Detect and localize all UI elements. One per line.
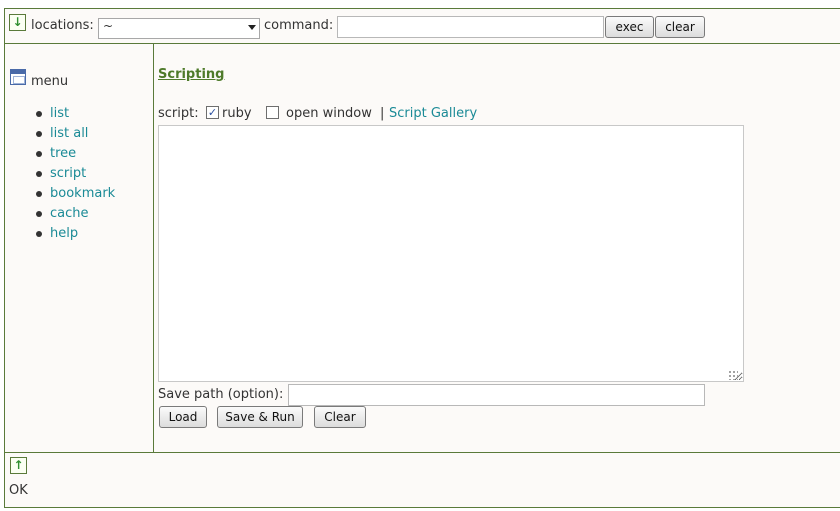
ruby-checkbox[interactable]: ✓ [206, 106, 219, 119]
script-gallery-link[interactable]: Script Gallery [389, 106, 477, 121]
top-bar: ↓ locations: ~ command: exec clear [4, 8, 840, 44]
locations-value: ~ [103, 19, 114, 33]
up-arrow-icon[interactable]: ↑ [10, 457, 27, 474]
menu-link-help[interactable]: help [50, 226, 78, 241]
open-window-label: open window [286, 106, 372, 121]
page-title[interactable]: Scripting [158, 67, 224, 82]
separator: | [380, 106, 385, 121]
menu-link-cache[interactable]: cache [50, 206, 89, 221]
clear-script-button[interactable]: Clear [314, 406, 366, 428]
menu-item-list-all: list all [35, 126, 115, 146]
down-arrow-icon[interactable]: ↓ [9, 14, 26, 31]
menu-item-cache: cache [35, 206, 115, 226]
menu-item-bookmark: bookmark [35, 186, 115, 206]
bullet-icon [36, 231, 42, 237]
bullet-icon [36, 211, 42, 217]
bullet-icon [36, 151, 42, 157]
menu-link-tree[interactable]: tree [50, 146, 76, 161]
bottom-bar: ↑ OK [4, 452, 840, 508]
resize-grip-icon[interactable] [728, 370, 738, 380]
menu-pane: menu list list all tree script bookmark … [4, 43, 154, 453]
save-path-input[interactable] [288, 384, 705, 406]
menu-link-script[interactable]: script [50, 166, 86, 181]
chevron-down-icon [248, 25, 256, 30]
command-input[interactable] [337, 16, 604, 38]
ruby-label: ruby [222, 106, 252, 121]
main-pane: Scripting script: ✓ ruby open window | S… [153, 43, 840, 453]
bullet-icon [36, 191, 42, 197]
load-button[interactable]: Load [159, 406, 207, 428]
script-editor[interactable] [158, 125, 744, 382]
menu-item-script: script [35, 166, 115, 186]
locations-label: locations: [31, 18, 94, 33]
menu-link-list-all[interactable]: list all [50, 126, 88, 141]
window-icon [10, 69, 26, 85]
menu-item-list: list [35, 106, 115, 126]
bullet-icon [36, 111, 42, 117]
status-text: OK [9, 483, 28, 498]
exec-button[interactable]: exec [605, 16, 654, 38]
menu-link-list[interactable]: list [50, 106, 69, 121]
command-label: command: [264, 18, 334, 33]
locations-select[interactable]: ~ [98, 18, 260, 39]
menu-item-help: help [35, 226, 115, 246]
save-run-button[interactable]: Save & Run [217, 406, 303, 428]
save-path-label: Save path (option): [158, 387, 284, 402]
bullet-icon [36, 171, 42, 177]
menu-link-bookmark[interactable]: bookmark [50, 186, 115, 201]
open-window-checkbox[interactable] [266, 106, 279, 119]
clear-command-button[interactable]: clear [655, 16, 705, 38]
menu-title: menu [31, 74, 69, 89]
menu-list: list list all tree script bookmark cache… [35, 106, 115, 246]
bullet-icon [36, 131, 42, 137]
menu-item-tree: tree [35, 146, 115, 166]
script-label: script: [158, 106, 199, 121]
